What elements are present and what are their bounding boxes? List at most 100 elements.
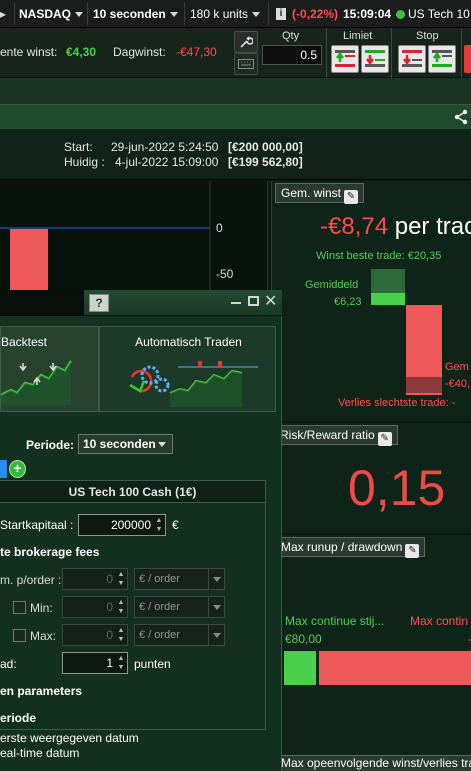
market-open-icon [396,10,405,19]
wrench-icon[interactable]: ✎ [377,432,392,446]
start-date: 29-jun-2022 5:24:50 [111,140,219,154]
max-unit-select[interactable]: € / order [134,624,225,646]
buy-limit-button[interactable] [331,45,359,73]
spin-down-icon[interactable]: ▼ [154,525,164,534]
limit-group: Limiet [326,28,392,78]
units-dropdown[interactable]: 180 k units [190,3,261,25]
period-dropdown[interactable]: 10 seconden [78,434,173,454]
tab-auto-trading[interactable]: Automatisch Traden [99,326,276,412]
consecutive-panel: Max opeenvolgende winst/verlies tra [271,755,471,771]
help-icon[interactable]: ? [89,294,109,312]
spin-down-icon[interactable]: ▼ [116,663,126,672]
avg-gain-value: -€8,74 per trac [320,213,471,240]
tab-backtest[interactable]: Backtest [0,326,99,412]
spin-up-icon[interactable]: ▲ [116,654,126,663]
qty-input[interactable]: 0.5 [262,45,322,65]
close-position-button[interactable] [464,45,471,73]
dialog-titlebar[interactable]: ? ✕ [0,290,282,316]
buy-stop-button[interactable] [398,45,426,73]
now-capital: [€199 562,80] [228,155,303,169]
min-unit-select[interactable]: € / order [134,596,225,618]
order-toolbar: ente winst: €4,30 Dagwinst: -€47,30 Qty … [0,28,471,78]
capital-unit: € [172,518,179,532]
max-checkbox[interactable] [13,629,26,642]
now-label: Huidig : [64,155,105,169]
drawdown-label: Max contin [410,614,469,628]
stop-label: Stop [416,30,439,42]
wrench-icon[interactable] [234,31,258,53]
avg-value: €6,23 [334,296,362,308]
tick-label: 0 [216,221,223,235]
toolbar-spacer [0,78,471,104]
avg-loss-value: -€40, [445,378,471,390]
runup-value: €80,00 [285,632,322,646]
minimize-icon[interactable] [231,302,241,304]
worst-loss-bar [406,377,442,393]
wrench-icon[interactable]: ✎ [405,544,420,558]
option-first-date[interactable]: erste weergegeven datum [0,731,139,745]
runup-label: Max continue stij... [285,614,385,628]
avg-gain-header: Gem. winst ✎ [275,183,365,204]
qty-label: Qty [282,30,300,42]
instrument-group: US Tech 100 Cash (1€) Startkapitaal : 20… [0,480,266,730]
top-toolbar: ▸ NASDAQ 10 seconden 180 k units i (-0,2… [0,0,471,28]
period-section-title: eriode [0,711,37,725]
risk-reward-value: 0,15 [348,460,446,516]
sell-limit-button[interactable] [361,45,389,73]
min-checkbox[interactable] [13,601,26,614]
runup-panel: Max runup / drawdown ✎ Max continue stij.… [271,535,471,755]
wrench-icon[interactable]: ✎ [344,190,359,204]
spread-label: ad: [0,657,17,671]
chevron-down-icon [208,625,224,645]
capital-input[interactable]: 200000 ▲ ▼ [78,514,166,536]
timeframe-dropdown[interactable]: 10 seconden [93,3,178,25]
max-input[interactable]: 0 ▲ ▼ [62,624,128,646]
titlebar-dark [0,290,84,316]
exchange-dropdown[interactable]: NASDAQ [19,3,84,25]
fee-unit-select[interactable]: € / order [134,568,225,590]
chevron-down-icon [158,442,166,447]
open-gain-label: ente winst: [0,45,58,59]
best-trade-label: Winst beste trade: €20,35 [316,250,442,262]
day-gain-value: -€47,30 [176,45,217,59]
day-gain-label: Dagwinst: [113,45,166,59]
consecutive-header: Max opeenvolgende winst/verlies tra [275,755,471,771]
min-input[interactable]: 0 ▲ ▼ [62,596,128,618]
worst-trade-label: Verlies slechtste trade: - [338,397,456,409]
maximize-icon[interactable] [248,296,259,306]
runup-bar [284,651,316,685]
exchange-label: NASDAQ [19,7,72,21]
tick-label: -50 [216,267,234,281]
backtest-header [0,104,471,130]
auto-trading-icon [129,361,258,407]
tab-backtest-label: Backtest [1,335,48,349]
close-icon[interactable]: ✕ [264,292,277,312]
params-title: en parameters [0,684,83,698]
backtest-chart-icon [1,360,72,405]
backtest-dialog: ? ✕ Backtest Automatisch Traden Periode:… [0,290,282,771]
runup-header: Max runup / drawdown ✎ [275,537,426,558]
spin-up-icon[interactable]: ▲ [154,516,164,525]
capital-label: Startkapitaal : [0,518,74,532]
price-change: (-0,22%) [292,7,339,21]
chevron-down-icon [252,12,261,18]
market-time: 15:09:04 [343,7,392,21]
max-label: Max: [30,629,57,643]
keyboard-icon[interactable] [234,53,258,75]
sell-stop-button[interactable] [428,45,456,73]
avg-label: Gemiddeld [305,279,359,291]
instrument-tab[interactable] [0,460,7,478]
equity-chart: 0 -50 [0,181,268,291]
collapse-arrow[interactable]: ▸ [0,3,9,25]
add-icon[interactable]: + [9,460,26,478]
spread-input[interactable]: 1 ▲ ▼ [62,652,128,674]
chevron-down-icon [169,12,178,18]
open-gain-value: €4,30 [66,45,97,59]
fee-input[interactable]: 0 ▲ ▼ [62,568,128,590]
share-icon[interactable] [453,109,469,125]
limit-label: Limiet [343,30,373,42]
chevron-down-icon [208,569,224,589]
now-date: 4-jul-2022 15:09:00 [115,155,219,169]
info-icon[interactable]: i [276,8,286,20]
option-realtime-date[interactable]: eal-time datum [0,746,79,760]
